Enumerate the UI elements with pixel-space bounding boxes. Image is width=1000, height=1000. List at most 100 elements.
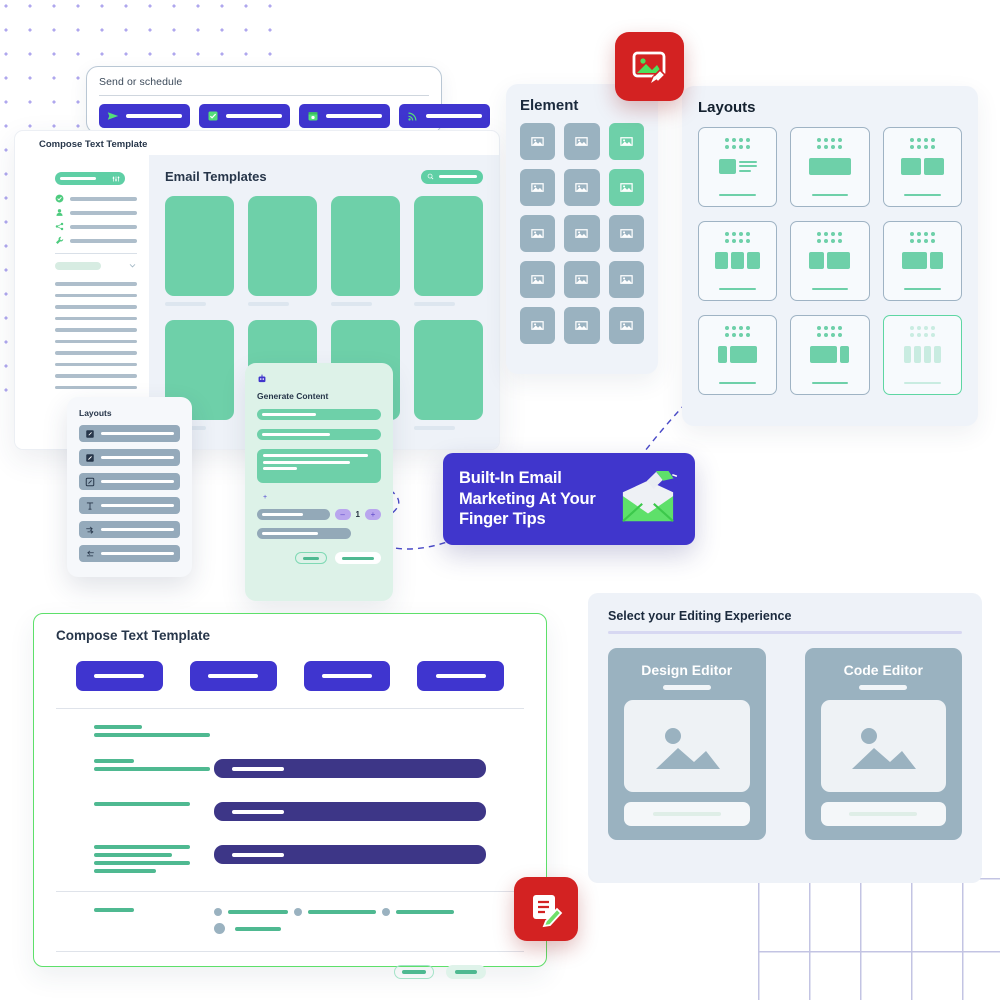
- send-now-button[interactable]: [99, 104, 190, 128]
- generate-field-2[interactable]: [257, 429, 381, 440]
- template-card[interactable]: [165, 196, 234, 306]
- radio-dot[interactable]: [214, 923, 225, 934]
- card-image-placeholder: [624, 700, 750, 792]
- list-item[interactable]: [79, 425, 180, 442]
- radio-dot[interactable]: [214, 908, 222, 916]
- layout-option-four-columns[interactable]: [882, 315, 962, 395]
- element-cell[interactable]: [608, 307, 644, 344]
- add-field-button[interactable]: +: [257, 494, 381, 501]
- image-placeholder-icon: [575, 229, 589, 238]
- sidebar-item-settings[interactable]: [55, 236, 137, 245]
- element-cell[interactable]: [520, 307, 556, 344]
- element-cell[interactable]: [520, 261, 556, 298]
- generate-textarea[interactable]: [257, 449, 381, 483]
- search-input[interactable]: [421, 169, 483, 184]
- code-editor-card[interactable]: Code Editor: [804, 648, 962, 840]
- sidebar-item-status[interactable]: [55, 194, 137, 203]
- list-item[interactable]: [79, 521, 180, 538]
- sidebar-primary-action[interactable]: [55, 172, 125, 185]
- layouts-popup-list: [79, 425, 180, 562]
- cancel-button[interactable]: [394, 965, 434, 979]
- layout-option-wide-narrow[interactable]: [790, 315, 870, 395]
- list-item[interactable]: [79, 473, 180, 490]
- tab-button[interactable]: [417, 661, 504, 691]
- cancel-button[interactable]: [295, 552, 327, 564]
- template-card[interactable]: [331, 196, 400, 306]
- radio-dot[interactable]: [294, 908, 302, 916]
- sidebar-dropdown[interactable]: [55, 261, 137, 270]
- layout-option-two-equal[interactable]: [882, 127, 962, 207]
- sliders-icon: [112, 176, 120, 181]
- image-placeholder-icon: [620, 229, 633, 238]
- list-item[interactable]: [79, 449, 180, 466]
- image-placeholder-icon: [620, 137, 633, 146]
- template-thumbnail: [248, 196, 317, 296]
- layout-dots: [909, 232, 935, 243]
- field-label: [94, 908, 214, 912]
- image-editor-badge[interactable]: [615, 32, 684, 101]
- list-item[interactable]: [79, 497, 180, 514]
- template-thumbnail: [414, 196, 483, 296]
- element-cell[interactable]: [564, 261, 600, 298]
- generate-button[interactable]: [335, 552, 381, 564]
- layout-option-small-large[interactable]: [790, 221, 870, 301]
- list-item[interactable]: [79, 545, 180, 562]
- template-thumbnail: [414, 320, 483, 420]
- layout-preview: [903, 344, 941, 364]
- sidebar-dropdown-value: [55, 261, 101, 270]
- design-editor-card[interactable]: Design Editor: [608, 648, 766, 840]
- stepper-minus-button[interactable]: –: [334, 509, 351, 520]
- layout-option-block-text[interactable]: [698, 127, 778, 207]
- compose-editor-badge[interactable]: [514, 877, 578, 941]
- text-input[interactable]: [214, 802, 486, 821]
- element-cell[interactable]: [608, 215, 644, 252]
- element-cell[interactable]: [564, 307, 600, 344]
- element-cell[interactable]: [520, 123, 556, 160]
- element-cell[interactable]: [608, 169, 644, 206]
- element-cell[interactable]: [608, 123, 644, 160]
- layout-option-narrow-wide[interactable]: [698, 315, 778, 395]
- layout-option-large-small[interactable]: [882, 221, 962, 301]
- rss-campaign-button[interactable]: [399, 104, 490, 128]
- element-cell[interactable]: [564, 169, 600, 206]
- layout-option-three-equal[interactable]: [698, 221, 778, 301]
- element-cell[interactable]: [520, 215, 556, 252]
- send-now-label: [126, 114, 182, 118]
- element-cell[interactable]: [564, 215, 600, 252]
- element-cell[interactable]: [520, 169, 556, 206]
- tab-button[interactable]: [189, 661, 277, 691]
- chevron-down-icon: [129, 264, 136, 268]
- layout-preview: [715, 250, 761, 270]
- text-input[interactable]: [214, 845, 486, 864]
- text-input[interactable]: [214, 759, 486, 778]
- schedule-date-button[interactable]: [299, 104, 390, 128]
- layout-option-one-wide[interactable]: [790, 127, 870, 207]
- image-placeholder-icon: [852, 728, 917, 769]
- sidebar-item-audience[interactable]: [55, 208, 137, 217]
- generate-count-input[interactable]: [257, 509, 330, 520]
- stepper-plus-button[interactable]: +: [365, 509, 381, 520]
- template-card[interactable]: [248, 196, 317, 306]
- edit-filled-icon: [86, 453, 94, 462]
- save-button[interactable]: [446, 965, 486, 979]
- radio-dot[interactable]: [382, 908, 390, 916]
- send-schedule-button-row: [99, 104, 490, 128]
- layout-dots: [725, 138, 751, 149]
- image-placeholder-icon: [575, 321, 589, 330]
- generate-extra-input[interactable]: [257, 528, 352, 539]
- document-edit-icon: [533, 895, 563, 928]
- sidebar-item-share[interactable]: [55, 222, 137, 231]
- layouts-panel: Layouts: [682, 86, 978, 426]
- template-card[interactable]: [414, 320, 483, 430]
- template-card[interactable]: [414, 196, 483, 306]
- element-cell[interactable]: [608, 261, 644, 298]
- element-panel: Element: [506, 84, 658, 374]
- tab-button[interactable]: [76, 661, 163, 691]
- window-title: Compose Text Template: [39, 139, 148, 150]
- schedule-draft-button[interactable]: [199, 104, 290, 128]
- generate-field-1[interactable]: [257, 409, 381, 420]
- search-icon: [427, 173, 434, 180]
- tab-button[interactable]: [303, 661, 391, 691]
- element-cell[interactable]: [564, 123, 600, 160]
- layout-preview: [718, 344, 758, 364]
